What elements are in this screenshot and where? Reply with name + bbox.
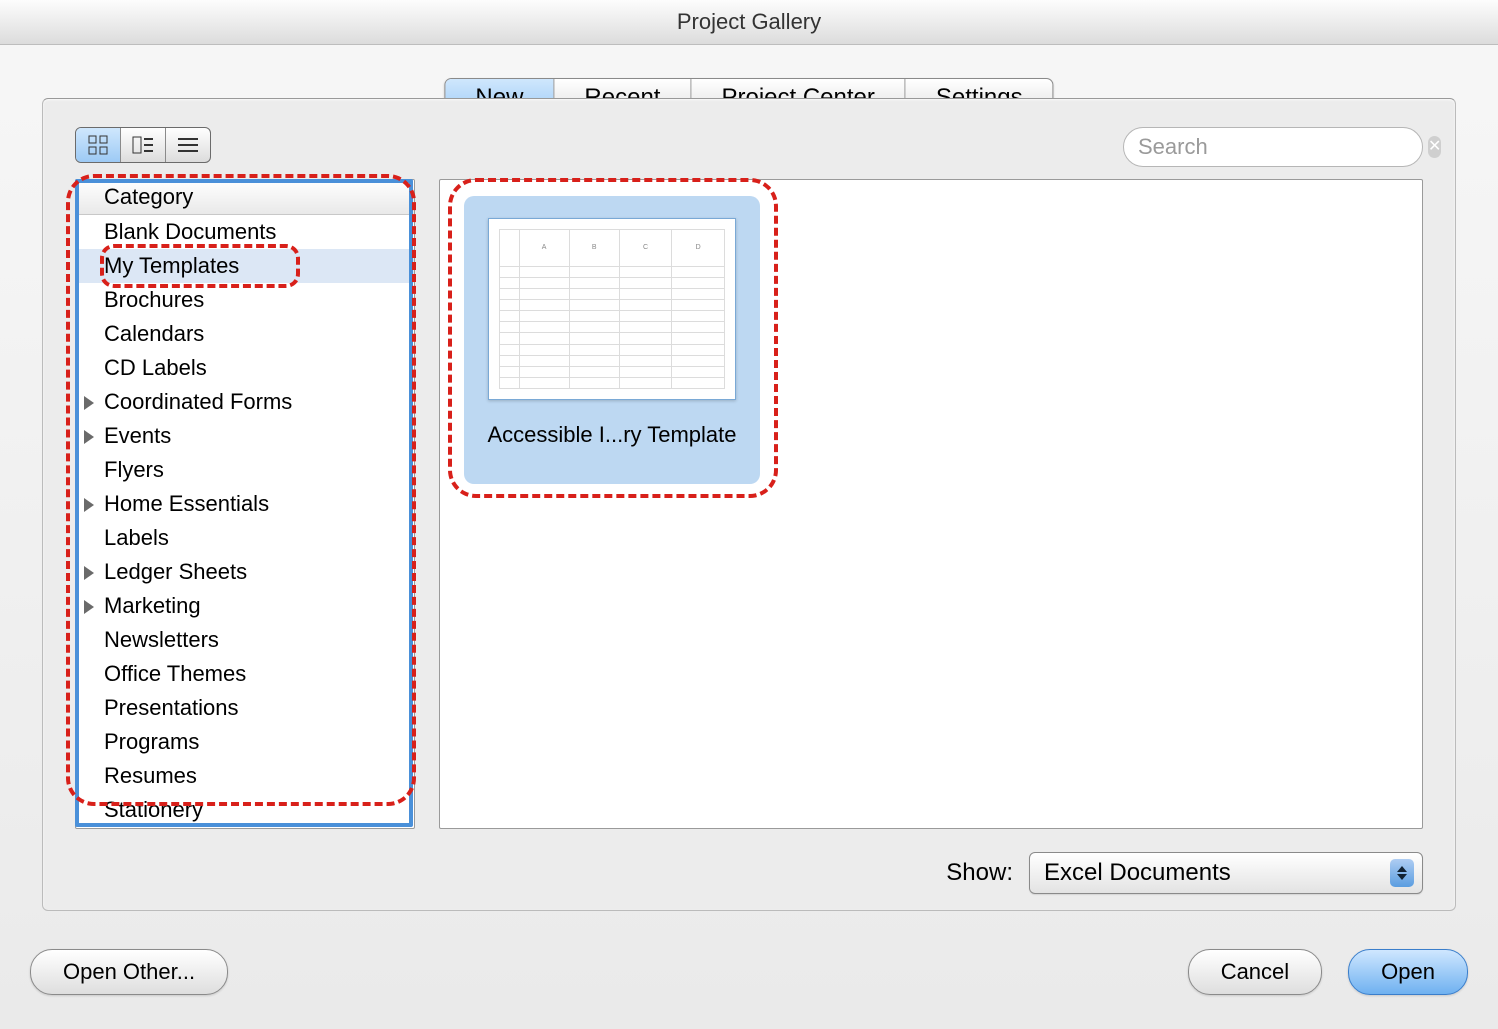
view-columns-icon (132, 136, 154, 154)
sidebar-item-home-essentials[interactable]: Home Essentials (76, 487, 414, 521)
col-c: C (619, 230, 672, 267)
open-button[interactable]: Open (1348, 949, 1468, 995)
sidebar-item-label: Programs (104, 729, 199, 754)
sidebar-item-label: Resumes (104, 763, 197, 788)
sidebar-item-marketing[interactable]: Marketing (76, 589, 414, 623)
sidebar-item-label: Stationery (104, 797, 203, 822)
sidebar-item-label: Ledger Sheets (104, 559, 247, 584)
sidebar-item-label: Presentations (104, 695, 239, 720)
view-mode-segmented (75, 127, 211, 163)
sidebar-item-coordinated-forms[interactable]: Coordinated Forms (76, 385, 414, 419)
sidebar-item-newsletters[interactable]: Newsletters (76, 623, 414, 657)
view-list-icon (177, 136, 199, 154)
show-label: Show: (946, 859, 1013, 887)
search-field[interactable]: ✕ (1123, 127, 1423, 167)
col-a: A (519, 230, 569, 267)
sidebar-item-label: Calendars (104, 321, 204, 346)
category-header: Category (76, 180, 414, 215)
sidebar-item-label: Home Essentials (104, 491, 269, 516)
disclosure-triangle-icon (84, 566, 94, 580)
sidebar-item-label: Coordinated Forms (104, 389, 292, 414)
sidebar-item-resumes[interactable]: Resumes (76, 759, 414, 793)
show-value: Excel Documents (1044, 859, 1231, 887)
sidebar-item-office-themes[interactable]: Office Themes (76, 657, 414, 691)
window-title: Project Gallery (0, 0, 1498, 45)
sidebar-item-ledger-sheets[interactable]: Ledger Sheets (76, 555, 414, 589)
view-grid-icon (88, 135, 108, 155)
sidebar-item-stationery[interactable]: Stationery (76, 793, 414, 827)
template-label: Accessible I...ry Template (464, 422, 760, 448)
view-grid-button[interactable] (76, 128, 121, 162)
category-sidebar: Category Blank Documents My Templates Broc… (75, 179, 415, 829)
sidebar-item-flyers[interactable]: Flyers (76, 453, 414, 487)
sidebar-item-label: Office Themes (104, 661, 246, 686)
col-b: B (569, 230, 619, 267)
search-input[interactable] (1136, 133, 1428, 161)
sidebar-item-brochures[interactable]: Brochures (76, 283, 414, 317)
cancel-button[interactable]: Cancel (1188, 949, 1322, 995)
popup-arrows-icon (1390, 859, 1414, 887)
view-list-button[interactable] (166, 128, 210, 162)
template-preview: ABCD (488, 218, 736, 400)
show-popup[interactable]: Excel Documents (1029, 852, 1423, 894)
sidebar-item-cd-labels[interactable]: CD Labels (76, 351, 414, 385)
disclosure-triangle-icon (84, 396, 94, 410)
sidebar-item-blank-documents[interactable]: Blank Documents (76, 215, 414, 249)
sidebar-item-my-templates[interactable]: My Templates (76, 249, 414, 283)
sidebar-item-programs[interactable]: Programs (76, 725, 414, 759)
sidebar-item-presentations[interactable]: Presentations (76, 691, 414, 725)
sidebar-item-events[interactable]: Events (76, 419, 414, 453)
clear-search-icon[interactable]: ✕ (1428, 136, 1441, 158)
template-grid: ABCD (439, 179, 1423, 829)
content-panel: ✕ Category Blank Documents My Templates Br… (42, 98, 1456, 911)
view-columns-button[interactable] (121, 128, 166, 162)
sidebar-item-label: Brochures (104, 287, 204, 312)
sidebar-item-calendars[interactable]: Calendars (76, 317, 414, 351)
sidebar-item-label: Marketing (104, 593, 201, 618)
disclosure-triangle-icon (84, 600, 94, 614)
sidebar-item-label: CD Labels (104, 355, 207, 380)
sidebar-item-label: Events (104, 423, 171, 448)
sidebar-item-label: Labels (104, 525, 169, 550)
show-filter-row: Show: Excel Documents (43, 852, 1455, 894)
sidebar-item-label: My Templates (104, 253, 239, 278)
sidebar-item-labels[interactable]: Labels (76, 521, 414, 555)
button-row: Open Other... Cancel Open (30, 949, 1468, 1001)
col-d: D (672, 230, 725, 267)
open-other-button[interactable]: Open Other... (30, 949, 228, 995)
project-gallery-window: Project Gallery New Recent Project Cente… (0, 0, 1498, 1029)
template-item[interactable]: ABCD (464, 196, 760, 484)
sidebar-item-label: Flyers (104, 457, 164, 482)
disclosure-triangle-icon (84, 430, 94, 444)
sidebar-item-label: Newsletters (104, 627, 219, 652)
disclosure-triangle-icon (84, 498, 94, 512)
sidebar-item-label: Blank Documents (104, 219, 276, 244)
